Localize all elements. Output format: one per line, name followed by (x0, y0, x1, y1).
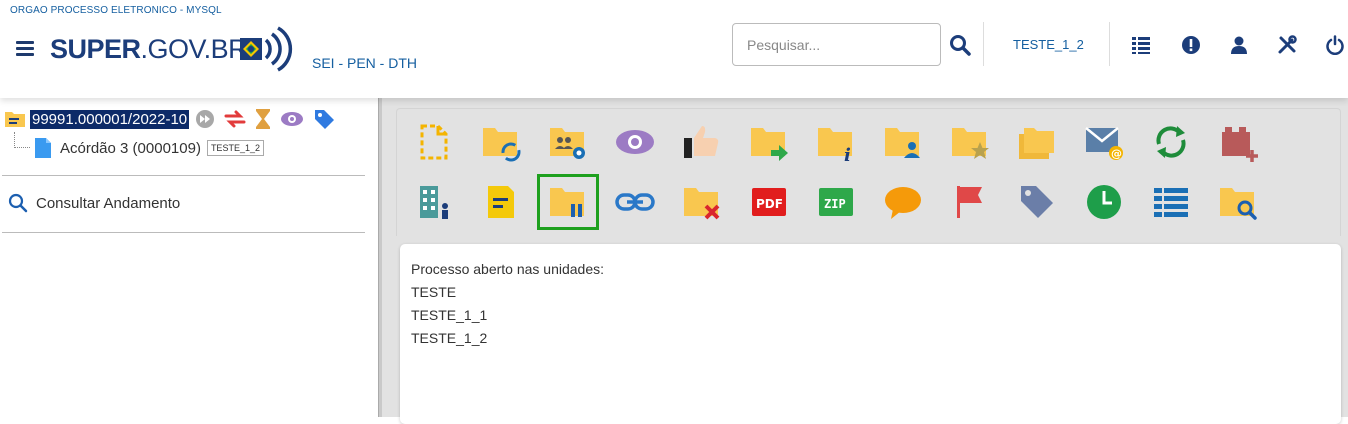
content-pane: i @ PDF ZIP Processo aberto nas unidades… (382, 98, 1348, 424)
alert-icon[interactable] (1181, 35, 1201, 55)
comment-button[interactable] (877, 176, 929, 228)
folder-users-settings-button[interactable] (542, 116, 594, 168)
folder-cancel-icon (684, 188, 720, 220)
pdf-label: PDF (756, 197, 783, 211)
svg-text:@: @ (1111, 147, 1122, 160)
document-icon (35, 138, 51, 158)
svg-text:i: i (844, 145, 851, 164)
folder-pause-icon (550, 188, 584, 217)
header-separator (1109, 22, 1110, 66)
zip-icon: ZIP (819, 188, 853, 216)
folder-cancel-button[interactable] (676, 176, 728, 228)
flag-icon (957, 186, 982, 218)
list-view-icon (1154, 188, 1188, 217)
logo-rest: .GOV.BR (140, 34, 248, 64)
building-user-icon (420, 186, 448, 219)
clock-icon (1087, 185, 1121, 219)
tag-icon (1021, 186, 1053, 218)
info-heading: Processo aberto nas unidades: (411, 261, 605, 277)
brick-plus-icon (1222, 127, 1258, 162)
folder-pause-button[interactable] (537, 174, 599, 230)
user-icon[interactable] (1229, 35, 1249, 55)
document-label[interactable]: Acórdão 3 (0000109) (60, 140, 201, 157)
hourglass-icon[interactable] (255, 108, 271, 130)
link-icon (615, 193, 655, 211)
folder-user-icon (885, 128, 920, 158)
document-unit-badge: TESTE_1_2 (206, 140, 264, 156)
building-user-button[interactable] (408, 176, 460, 228)
eye-icon (616, 130, 654, 154)
tools-icon[interactable] (1277, 35, 1297, 55)
link-button[interactable] (609, 176, 661, 228)
logo-bold: SUPER (50, 34, 141, 64)
list-icon[interactable] (1131, 35, 1151, 55)
mail-at-icon: @ (1085, 127, 1123, 160)
folders-icon (1019, 128, 1054, 159)
folder-send-icon (751, 128, 788, 161)
clock-button[interactable] (1078, 176, 1130, 228)
folder-search-button[interactable] (1212, 176, 1264, 228)
divider (2, 232, 365, 233)
power-icon[interactable] (1325, 35, 1345, 55)
flag-button[interactable] (944, 176, 996, 228)
hamburger-menu-icon[interactable] (16, 41, 34, 56)
zip-button[interactable]: ZIP (810, 176, 862, 228)
pdf-icon: PDF (752, 188, 786, 216)
new-document-button[interactable] (408, 116, 460, 168)
mail-at-button[interactable]: @ (1078, 116, 1130, 168)
list-view-button[interactable] (1145, 176, 1197, 228)
thumbs-up-button[interactable] (676, 116, 728, 168)
folder-info-button[interactable]: i (810, 116, 862, 168)
process-tree-pane: 99991.000001/2022-10 Acórdão 3 (0000109) (0, 98, 378, 417)
folders-button[interactable] (1011, 116, 1063, 168)
tree-connector (14, 132, 30, 148)
zip-label: ZIP (824, 197, 846, 211)
thumbs-up-icon (684, 126, 719, 158)
note-icon (488, 186, 514, 218)
tag-button[interactable] (1011, 176, 1063, 228)
pdf-button[interactable]: PDF (743, 176, 795, 228)
info-unit: TESTE_1_2 (411, 330, 488, 346)
tag-icon[interactable] (313, 108, 335, 130)
process-info-panel: Processo aberto nas unidades: TESTE TEST… (400, 244, 1341, 424)
note-button[interactable] (475, 176, 527, 228)
sync-button[interactable] (1145, 116, 1197, 168)
system-subtitle: SEI - PEN - DTH (312, 55, 418, 71)
consult-history-link[interactable]: Consultar Andamento (8, 193, 180, 213)
current-unit[interactable]: TESTE_1_2 (1013, 37, 1084, 52)
divider (2, 175, 365, 176)
folder-search-icon (1220, 188, 1257, 220)
sync-icon (1156, 126, 1186, 158)
search-icon[interactable] (949, 34, 971, 56)
top-header: ORGAO PROCESSO ELETRONICO - MYSQL SUPER.… (0, 0, 1348, 98)
tree-root: 99991.000001/2022-10 (4, 108, 335, 130)
info-unit: TESTE_1_1 (411, 307, 488, 323)
new-document-icon (420, 124, 448, 160)
search-icon (8, 193, 28, 213)
consult-label: Consultar Andamento (36, 194, 181, 212)
folder-star-icon (952, 128, 989, 159)
brick-plus-button[interactable] (1212, 116, 1264, 168)
org-name: ORGAO PROCESSO ELETRONICO - MYSQL (10, 5, 222, 16)
folder-open-icon[interactable] (4, 110, 26, 128)
folder-sync-icon (483, 128, 521, 162)
tree-document-item[interactable]: Acórdão 3 (0000109) TESTE_1_2 (34, 137, 264, 159)
logo-mark-icon (240, 26, 293, 72)
forward-icon[interactable] (195, 109, 215, 129)
process-number-link[interactable]: 99991.000001/2022-10 (30, 109, 190, 129)
folder-info-icon: i (818, 128, 852, 164)
folder-sync-button[interactable] (475, 116, 527, 168)
header-separator (983, 22, 984, 66)
folder-users-settings-icon (550, 128, 585, 159)
eye-icon[interactable] (280, 111, 304, 127)
folder-send-button[interactable] (743, 116, 795, 168)
folder-star-button[interactable] (944, 116, 996, 168)
view-button[interactable] (609, 116, 661, 168)
folder-user-button[interactable] (877, 116, 929, 168)
transfer-arrows-icon[interactable] (224, 109, 246, 129)
comment-icon (885, 187, 921, 219)
search-input[interactable] (732, 23, 941, 66)
info-unit: TESTE (411, 284, 457, 300)
